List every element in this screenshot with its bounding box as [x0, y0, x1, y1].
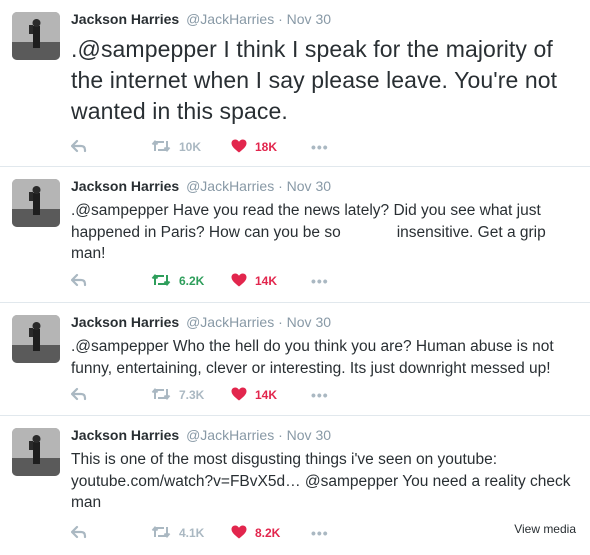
tweet-actions: 6.2K 14K •••	[70, 271, 329, 291]
retweet-button[interactable]: 4.1K	[151, 525, 231, 542]
reply-button[interactable]	[70, 525, 151, 542]
retweet-count: 10K	[179, 140, 202, 154]
avatar[interactable]	[12, 315, 60, 363]
tweet-date[interactable]: Nov 30	[287, 11, 331, 27]
retweet-count: 6.2K	[179, 274, 205, 288]
more-icon: •••	[311, 139, 329, 155]
tweet-feed: Jackson Harries @JackHarries · Nov 30 .@…	[0, 0, 590, 555]
tweet-actions: 7.3K 14K •••	[70, 385, 329, 405]
more-icon: •••	[311, 525, 329, 541]
separator-dot: ·	[278, 11, 283, 27]
reply-button[interactable]	[70, 139, 151, 156]
tweet-header: Jackson Harries @JackHarries · Nov 30	[71, 178, 331, 194]
like-count: 8.2K	[255, 526, 281, 540]
more-button[interactable]: •••	[311, 387, 329, 403]
separator-dot: ·	[278, 427, 283, 443]
separator-dot: ·	[278, 314, 283, 330]
author-name[interactable]: Jackson Harries	[71, 314, 179, 330]
view-media-link[interactable]: View media	[514, 522, 576, 536]
more-button[interactable]: •••	[311, 273, 329, 289]
like-count: 18K	[255, 140, 278, 154]
reply-icon	[70, 273, 87, 290]
tweet-1[interactable]: Jackson Harries @JackHarries · Nov 30 .@…	[0, 0, 590, 167]
tweet-text: .@sampepper I think I speak for the majo…	[71, 36, 558, 124]
author-handle[interactable]: @JackHarries	[186, 11, 274, 27]
tweet-header: Jackson Harries @JackHarries · Nov 30	[71, 427, 331, 443]
author-handle[interactable]: @JackHarries	[186, 427, 274, 443]
retweet-icon	[151, 139, 171, 156]
retweet-button[interactable]: 6.2K	[151, 273, 231, 290]
tweet-date[interactable]: Nov 30	[287, 314, 331, 330]
avatar[interactable]	[12, 179, 60, 227]
avatar[interactable]	[12, 428, 60, 476]
reply-button[interactable]	[70, 387, 151, 404]
more-button[interactable]: •••	[311, 139, 329, 155]
retweet-icon	[151, 525, 171, 542]
more-icon: •••	[311, 387, 329, 403]
like-button[interactable]: 14K	[231, 387, 311, 404]
heart-icon	[231, 273, 247, 290]
retweet-count: 4.1K	[179, 526, 205, 540]
author-name[interactable]: Jackson Harries	[71, 427, 179, 443]
avatar[interactable]	[12, 12, 60, 60]
reply-button[interactable]	[70, 273, 151, 290]
like-count: 14K	[255, 388, 278, 402]
tweet-date[interactable]: Nov 30	[287, 178, 331, 194]
author-name[interactable]: Jackson Harries	[71, 178, 179, 194]
tweet-actions: 4.1K 8.2K •••	[70, 523, 329, 543]
separator-dot: ·	[278, 178, 283, 194]
tweet-header: Jackson Harries @JackHarries · Nov 30	[71, 314, 331, 330]
reply-icon	[70, 139, 87, 156]
tweet-4[interactable]: Jackson Harries @JackHarries · Nov 30 Th…	[0, 416, 590, 555]
retweet-icon	[151, 273, 171, 290]
tweet-text: .@sampepper Have you read the news latel…	[71, 202, 551, 262]
tweet-text: .@sampepper Who the hell do you think yo…	[71, 338, 554, 377]
like-button[interactable]: 18K	[231, 139, 311, 156]
retweet-icon	[151, 387, 171, 404]
author-name[interactable]: Jackson Harries	[71, 11, 179, 27]
reply-icon	[70, 525, 87, 542]
retweet-count: 7.3K	[179, 388, 205, 402]
heart-icon	[231, 387, 247, 404]
author-handle[interactable]: @JackHarries	[186, 314, 274, 330]
tweet-3[interactable]: Jackson Harries @JackHarries · Nov 30 .@…	[0, 303, 590, 416]
tweet-actions: 10K 18K •••	[70, 137, 329, 157]
like-button[interactable]: 14K	[231, 273, 311, 290]
like-button[interactable]: 8.2K	[231, 525, 311, 542]
author-handle[interactable]: @JackHarries	[186, 178, 274, 194]
tweet-text: This is one of the most disgusting thing…	[71, 451, 571, 511]
tweet-header: Jackson Harries @JackHarries · Nov 30	[71, 11, 331, 27]
like-count: 14K	[255, 274, 278, 288]
more-button[interactable]: •••	[311, 525, 329, 541]
tweet-2[interactable]: Jackson Harries @JackHarries · Nov 30 .@…	[0, 167, 590, 303]
more-icon: •••	[311, 273, 329, 289]
retweet-button[interactable]: 10K	[151, 139, 231, 156]
heart-icon	[231, 525, 247, 542]
heart-icon	[231, 139, 247, 156]
retweet-button[interactable]: 7.3K	[151, 387, 231, 404]
reply-icon	[70, 387, 87, 404]
tweet-date[interactable]: Nov 30	[287, 427, 331, 443]
